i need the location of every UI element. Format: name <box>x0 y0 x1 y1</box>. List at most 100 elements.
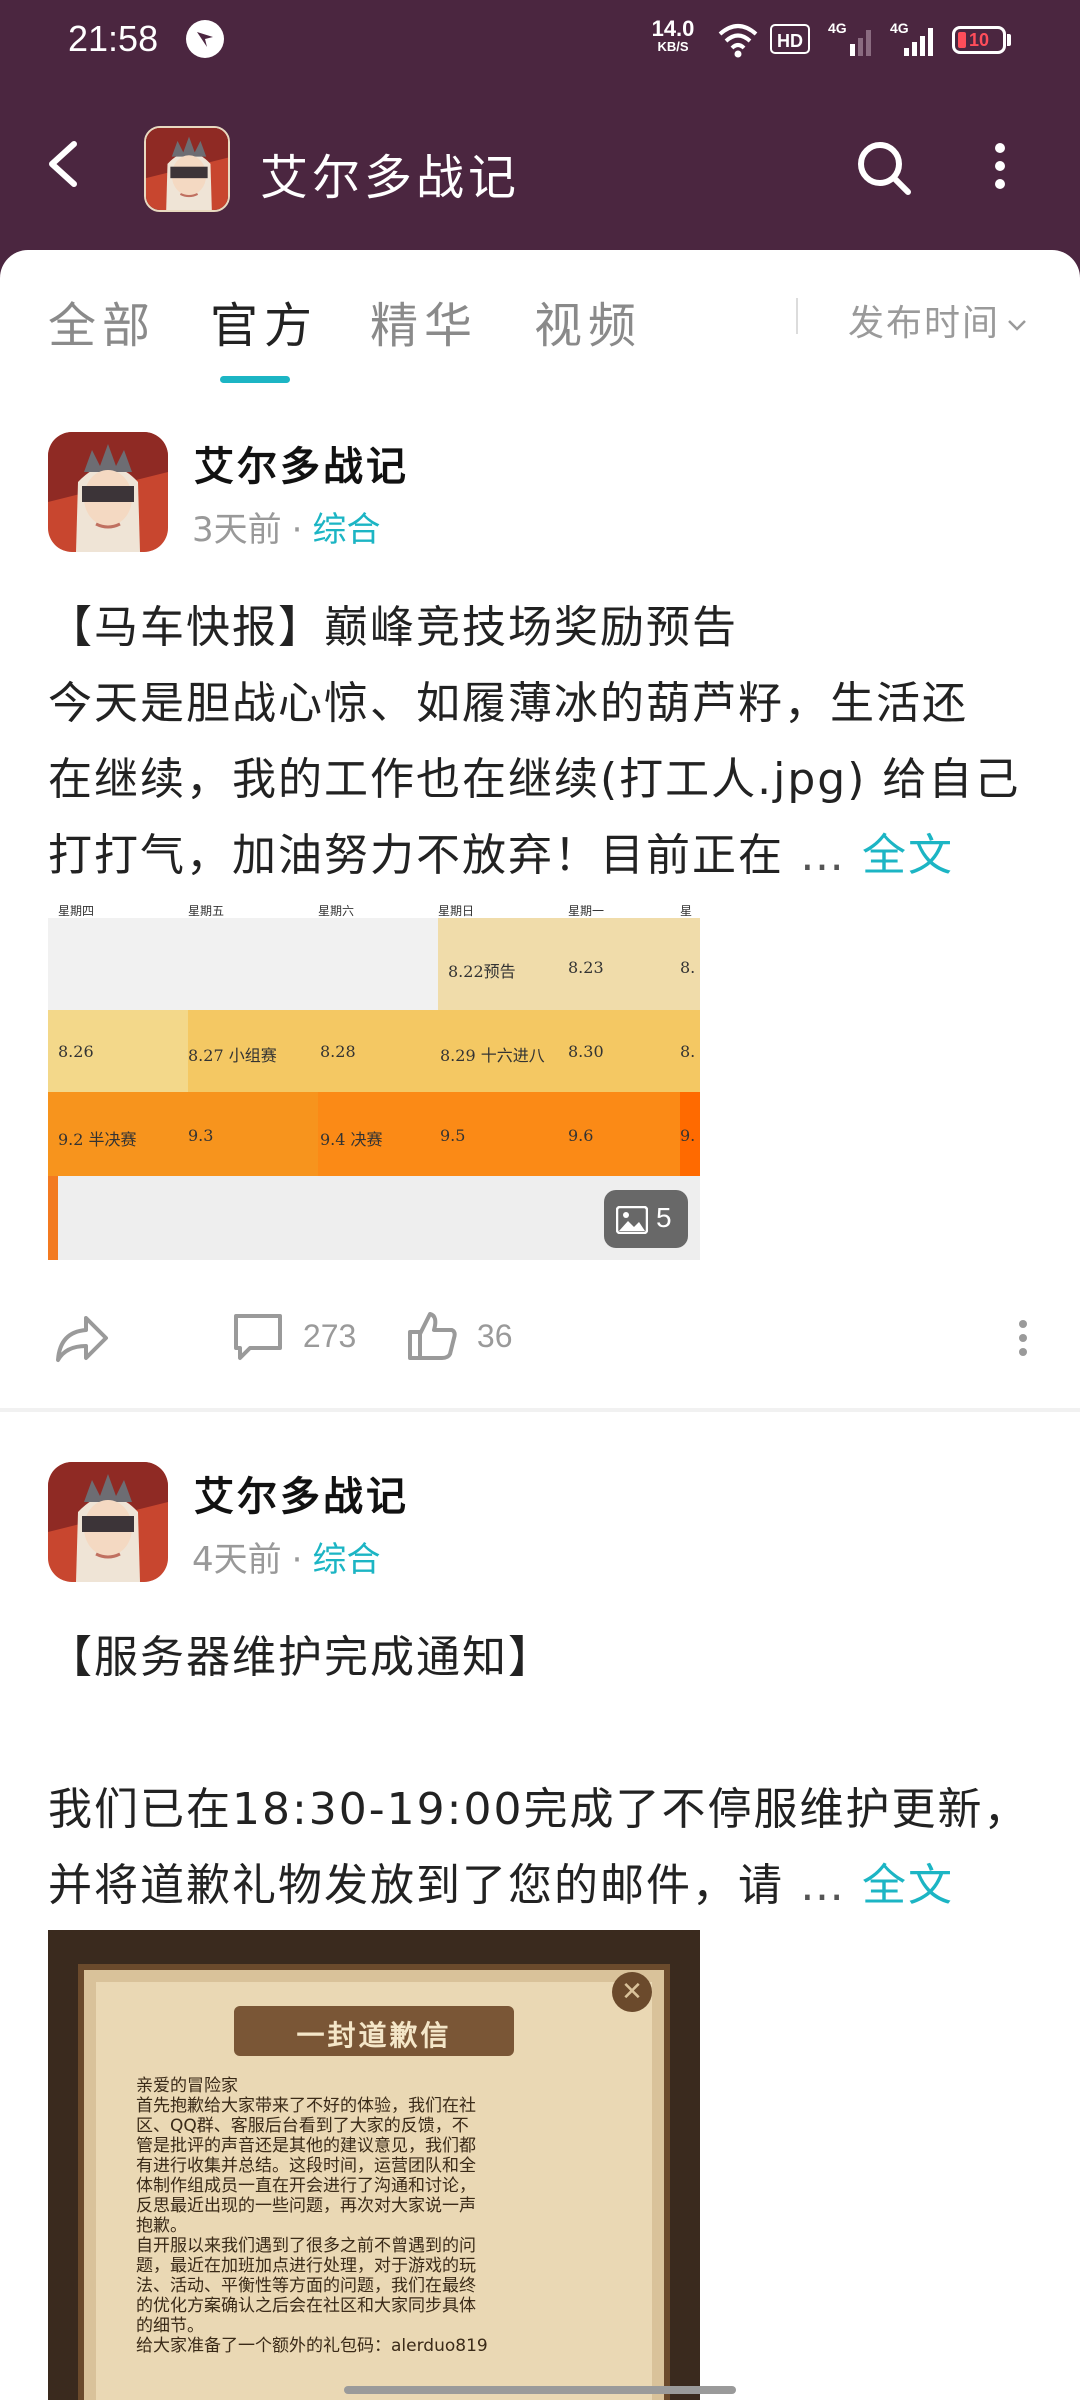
more-button[interactable] <box>980 136 1020 200</box>
schedule-text: 8.23 <box>568 958 604 977</box>
post-more-button[interactable] <box>1014 1314 1032 1370</box>
game-avatar[interactable] <box>144 126 230 212</box>
battery-percent: 10 <box>968 30 990 50</box>
post-author-avatar[interactable] <box>48 1462 168 1582</box>
active-tab-indicator <box>220 376 290 383</box>
schedule-text: 9.5 <box>440 1126 466 1145</box>
schedule-text: 8.29 十六进八 <box>440 1046 545 1065</box>
share-icon <box>56 1316 108 1362</box>
letter-heading: 一封道歉信 <box>296 2019 452 2052</box>
back-button[interactable] <box>36 132 96 196</box>
post-line: 今天是胆战心惊、如履薄冰的葫芦籽，生活还 <box>48 678 968 729</box>
letter-line: 题，最近在加班加点进行处理，对于游戏的玩 <box>136 2256 476 2276</box>
post-line: 在继续，我的工作也在继续(打工人.jpg) 给自己 <box>48 754 1021 805</box>
sort-label: 发布时间 <box>848 303 1001 344</box>
schedule-day: 星期六 <box>318 904 355 918</box>
letter-line: 的细节。 <box>136 2316 204 2336</box>
schedule-text: 8. <box>680 958 696 977</box>
letter-line: 体制作组成员一直在开会进行了沟通和讨论， <box>136 2176 476 2196</box>
network-speed-value: 14.0 <box>651 16 695 41</box>
letter-line: 法、活动、平衡性等方面的问题，我们在最终 <box>136 2276 476 2296</box>
notification-app-icon <box>186 20 224 58</box>
ellipsis: … <box>800 1860 846 1911</box>
ellipsis: … <box>800 830 846 881</box>
tab-bar: 全部 官方 精华 视频 发布时间 <box>0 250 1080 386</box>
schedule-text: 9.6 <box>568 1126 594 1145</box>
schedule-text: 8.22预告 <box>448 962 516 981</box>
meta-dot: · <box>291 510 303 550</box>
schedule-text: 9.2 半决赛 <box>58 1130 137 1149</box>
image-count-badge: 5 <box>604 1190 688 1248</box>
letter-greeting: 亲爱的冒险家 <box>136 2076 238 2096</box>
post-body[interactable]: 【服务器维护完成通知】我们已在18:30-19:00完成了不停服维护更新， 并将道… <box>48 1620 1038 1924</box>
game-logo-icon <box>48 432 168 552</box>
letter-line: 自开服以来我们遇到了很多之前不曾遇到的问 <box>136 2236 476 2256</box>
image-count: 5 <box>656 1202 672 1233</box>
home-indicator[interactable] <box>344 2386 736 2394</box>
chevron-down-icon <box>1008 320 1026 331</box>
post-body[interactable]: 【马车快报】巅峰竞技场奖励预告今天是胆战心惊、如履薄冰的葫芦籽，生活还在继续，我… <box>48 590 1038 894</box>
like-button[interactable]: 36 <box>406 1310 512 1362</box>
content-panel: 全部 官方 精华 视频 发布时间 艾尔多战记 3天前 · 综合 【马车快报】巅峰竞技 <box>0 250 1080 2400</box>
post-category[interactable]: 综合 <box>312 510 380 550</box>
letter-line: 区、QQ群、客服后台看到了大家的反馈，不 <box>136 2116 469 2136</box>
schedule-text: 9.4 决赛 <box>320 1130 383 1149</box>
search-icon <box>858 142 911 195</box>
tab-official[interactable]: 官方 <box>210 286 318 356</box>
post-author-name[interactable]: 艾尔多战记 <box>194 1464 409 1522</box>
post-line: 我们已在18:30-19:00完成了不停服维护更新， <box>48 1784 1030 1835</box>
letter-line: 管是批评的声音还是其他的建议意见，我们都 <box>136 2136 476 2156</box>
post-actions: 273 36 <box>0 1288 1080 1388</box>
schedule-day: 星期四 <box>58 904 95 918</box>
letter-line: 反思最近出现的一些问题，再次对大家说一声 <box>136 2196 476 2216</box>
schedule-day: 星期一 <box>568 904 605 918</box>
battery-icon: 10 <box>952 26 1006 54</box>
post-title: 【服务器维护完成通知】 <box>48 1632 554 1683</box>
wifi-icon <box>716 20 760 64</box>
post-image-schedule[interactable]: 星期四 星期五 星期六 星期日 星期一 星期二 8.22预告 8.23 8. 8… <box>48 900 700 1260</box>
comment-icon <box>234 1314 282 1360</box>
sort-dropdown[interactable]: 发布时间 <box>848 294 1028 346</box>
post-title: 【马车快报】巅峰竞技场奖励预告 <box>48 602 738 653</box>
signal-icon-1: 4G <box>828 20 878 60</box>
schedule-cell <box>48 918 438 1010</box>
game-logo-icon <box>48 1462 168 1582</box>
letter-body: 亲爱的冒险家 首先抱歉给大家带来了不好的体验，我们在社 区、QQ群、客服后台看到… <box>136 2076 636 2356</box>
battery-tip <box>1007 34 1011 46</box>
tab-all[interactable]: 全部 <box>48 286 156 356</box>
post-author-name[interactable]: 艾尔多战记 <box>194 434 409 492</box>
share-button[interactable] <box>52 1310 112 1374</box>
schedule-text: 9.3 <box>188 1126 214 1145</box>
post-line: 打打气，加油努力不放弃！目前正在 <box>48 830 784 881</box>
schedule-text: 9. <box>680 1126 696 1145</box>
post-time: 4天前 <box>192 1540 282 1580</box>
like-count: 36 <box>476 1317 513 1354</box>
search-button[interactable] <box>852 136 916 200</box>
schedule-text: 8. <box>680 1042 696 1061</box>
post-category[interactable]: 综合 <box>312 1540 380 1580</box>
schedule-day: 星期日 <box>438 904 475 918</box>
comment-count: 273 <box>302 1317 357 1354</box>
read-more-link[interactable]: 全文 <box>862 1860 954 1911</box>
more-vertical-icon <box>1019 1320 1027 1356</box>
post-meta: 3天前 · 综合 <box>192 502 380 551</box>
letter-line: 有进行收集并总结。这段时间，运营团队和全 <box>136 2156 476 2176</box>
schedule-header: 星期四 星期五 星期六 星期日 星期一 星期二 <box>48 900 700 952</box>
status-time: 21:58 <box>68 18 159 59</box>
page-title: 艾尔多战记 <box>260 150 521 206</box>
back-arrow-icon <box>49 141 77 187</box>
post-author-avatar[interactable] <box>48 432 168 552</box>
schedule-text: 8.26 <box>58 1042 94 1061</box>
post-separator <box>0 1408 1080 1412</box>
letter-line: 给大家准备了一个额外的礼包码：alerduo819 <box>136 2336 488 2356</box>
post-image-letter[interactable]: ✕ 一封道歉信 亲爱的冒险家 首先抱歉给大家带来了不好的体验，我们在社 区、QQ… <box>48 1930 700 2400</box>
game-logo-icon <box>146 128 228 210</box>
hd-badge: HD <box>770 24 810 54</box>
tab-featured[interactable]: 精华 <box>370 286 478 356</box>
tab-video[interactable]: 视频 <box>534 286 642 356</box>
comment-button[interactable]: 273 <box>232 1310 356 1362</box>
post-line: 并将道歉礼物发放到了您的邮件，请 <box>48 1860 784 1911</box>
signal-icon-2: 4G <box>890 20 940 60</box>
more-vertical-icon <box>995 143 1005 189</box>
read-more-link[interactable]: 全文 <box>862 830 954 881</box>
